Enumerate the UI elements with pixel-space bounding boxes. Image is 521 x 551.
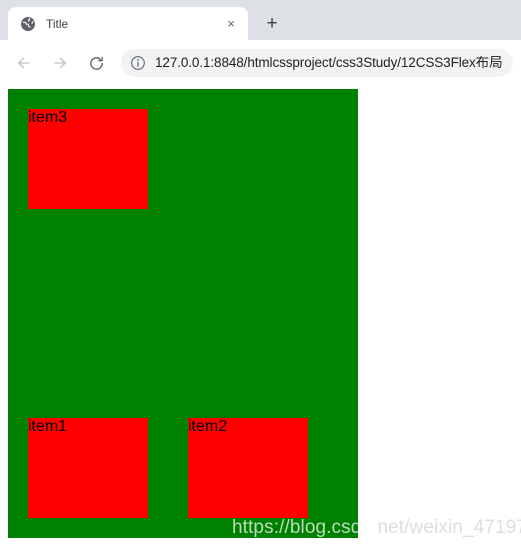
page-viewport: item3 item1 item2 https://blog.csdn.net/…: [0, 86, 521, 551]
info-circle-icon[interactable]: [130, 55, 146, 71]
browser-toolbar: 127.0.0.1:8848/htmlcssproject/css3Study/…: [0, 40, 521, 86]
flex-item-2: item2: [188, 418, 308, 518]
tab-title-page[interactable]: Title ×: [8, 7, 248, 40]
address-bar-url: 127.0.0.1:8848/htmlcssproject/css3Study/…: [155, 56, 503, 70]
back-arrow-icon[interactable]: [9, 48, 39, 78]
flex-item-3: item3: [28, 109, 148, 209]
globe-icon: [20, 16, 36, 32]
flex-item-1: item1: [28, 418, 148, 518]
flex-row-top: item3: [28, 109, 338, 209]
reload-icon[interactable]: [81, 48, 111, 78]
close-icon[interactable]: ×: [222, 15, 240, 33]
tab-label: Title: [46, 17, 69, 30]
flex-container: item3 item1 item2: [8, 89, 358, 538]
flex-row-bottom: item1 item2: [28, 418, 338, 518]
forward-arrow-icon[interactable]: [45, 48, 75, 78]
plus-icon[interactable]: +: [258, 9, 286, 37]
browser-window: Title × + 127.0.0.1:8848/htmlcssproject/…: [0, 0, 521, 551]
tab-strip: Title × +: [0, 0, 521, 40]
address-bar[interactable]: 127.0.0.1:8848/htmlcssproject/css3Study/…: [121, 49, 513, 77]
watermark-text-dim: net/weixin_47197906: [377, 517, 521, 538]
